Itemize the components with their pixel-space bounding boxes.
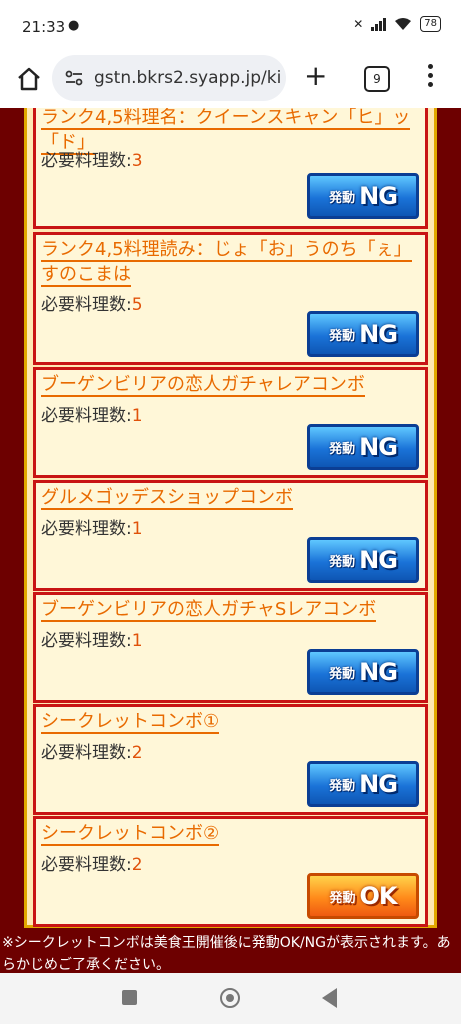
- roaming-icon: ✕: [353, 17, 364, 31]
- required-count: 必要料理数:2: [41, 743, 143, 763]
- more-menu-icon[interactable]: [426, 64, 434, 94]
- wifi-icon: [394, 17, 412, 31]
- combo-card: グルメゴッデスショップコンボ 必要料理数:1 発動 NG: [33, 480, 428, 591]
- notification-icon: ●: [68, 18, 80, 33]
- required-count: 必要料理数:1: [41, 406, 143, 426]
- back-button[interactable]: [322, 988, 337, 1008]
- required-count: 必要料理数:2: [41, 855, 143, 875]
- recents-button[interactable]: [122, 990, 137, 1005]
- battery-indicator: 78: [420, 16, 441, 32]
- combo-title-link[interactable]: ランク4,5料理読み：じょ「お」うのち「ぇ」すのこまは: [41, 237, 421, 287]
- combo-card: ブーゲンビリアの恋人ガチャSレアコンボ 必要料理数:1 発動 NG: [33, 592, 428, 703]
- combo-card: ランク4,5料理名：クイーンスキャン「ヒ」ッ「ド」 必要料理数:3 発動 NG: [33, 108, 428, 229]
- site-settings-icon[interactable]: [64, 68, 84, 88]
- status-time: 21:33: [22, 18, 66, 36]
- footnote: ※シークレットコンボは美食王開催後に発動OK/NGが表示されます。あらかじめご了…: [2, 935, 451, 973]
- activation-ok-badge: 発動 OK: [307, 873, 419, 919]
- status-bar: 21:33 ● ✕ 78: [0, 0, 461, 50]
- home-icon: [18, 67, 40, 91]
- url-text: gstn.bkrs2.syapp.jp/ki: [94, 68, 280, 88]
- combo-title-link[interactable]: ブーゲンビリアの恋人ガチャレアコンボ: [41, 372, 421, 397]
- activation-ng-badge: 発動 NG: [307, 761, 419, 807]
- combo-title-link[interactable]: シークレットコンボ①: [41, 709, 421, 734]
- home-button[interactable]: [14, 64, 44, 94]
- activation-ng-badge: 発動 NG: [307, 537, 419, 583]
- combo-title-link[interactable]: グルメゴッデスショップコンボ: [41, 485, 421, 510]
- combo-title-link[interactable]: ブーゲンビリアの恋人ガチャSレアコンボ: [41, 597, 421, 622]
- status-indicators: ✕ 78: [353, 16, 441, 32]
- required-count: 必要料理数:1: [41, 519, 143, 539]
- combo-title-link[interactable]: シークレットコンボ②: [41, 821, 421, 846]
- new-tab-button[interactable]: +: [304, 62, 327, 90]
- home-nav-button[interactable]: [220, 988, 240, 1008]
- combo-card: ランク4,5料理読み：じょ「お」うのち「ぇ」すのこまは 必要料理数:5 発動 NG: [33, 232, 428, 365]
- signal-icon: [371, 17, 387, 31]
- combo-card: ブーゲンビリアの恋人ガチャレアコンボ 必要料理数:1 発動 NG: [33, 367, 428, 478]
- address-bar[interactable]: gstn.bkrs2.syapp.jp/ki: [52, 55, 286, 101]
- combo-card: シークレットコンボ① 必要料理数:2 発動 NG: [33, 704, 428, 815]
- tab-switcher-button[interactable]: 9: [364, 66, 390, 92]
- page-content: ランク4,5料理名：クイーンスキャン「ヒ」ッ「ド」 必要料理数:3 発動 NG ラ…: [0, 108, 461, 973]
- activation-ng-badge: 発動 NG: [307, 173, 419, 219]
- combo-card: シークレットコンボ② 必要料理数:2 発動 OK: [33, 816, 428, 927]
- activation-ng-badge: 発動 NG: [307, 649, 419, 695]
- system-nav-bar: [0, 973, 461, 1024]
- required-count: 必要料理数:5: [41, 295, 143, 315]
- required-count: 必要料理数:1: [41, 631, 143, 651]
- activation-ng-badge: 発動 NG: [307, 424, 419, 470]
- required-count: 必要料理数:3: [41, 151, 143, 171]
- browser-toolbar: gstn.bkrs2.syapp.jp/ki + 9: [0, 50, 461, 108]
- activation-ng-badge: 発動 NG: [307, 311, 419, 357]
